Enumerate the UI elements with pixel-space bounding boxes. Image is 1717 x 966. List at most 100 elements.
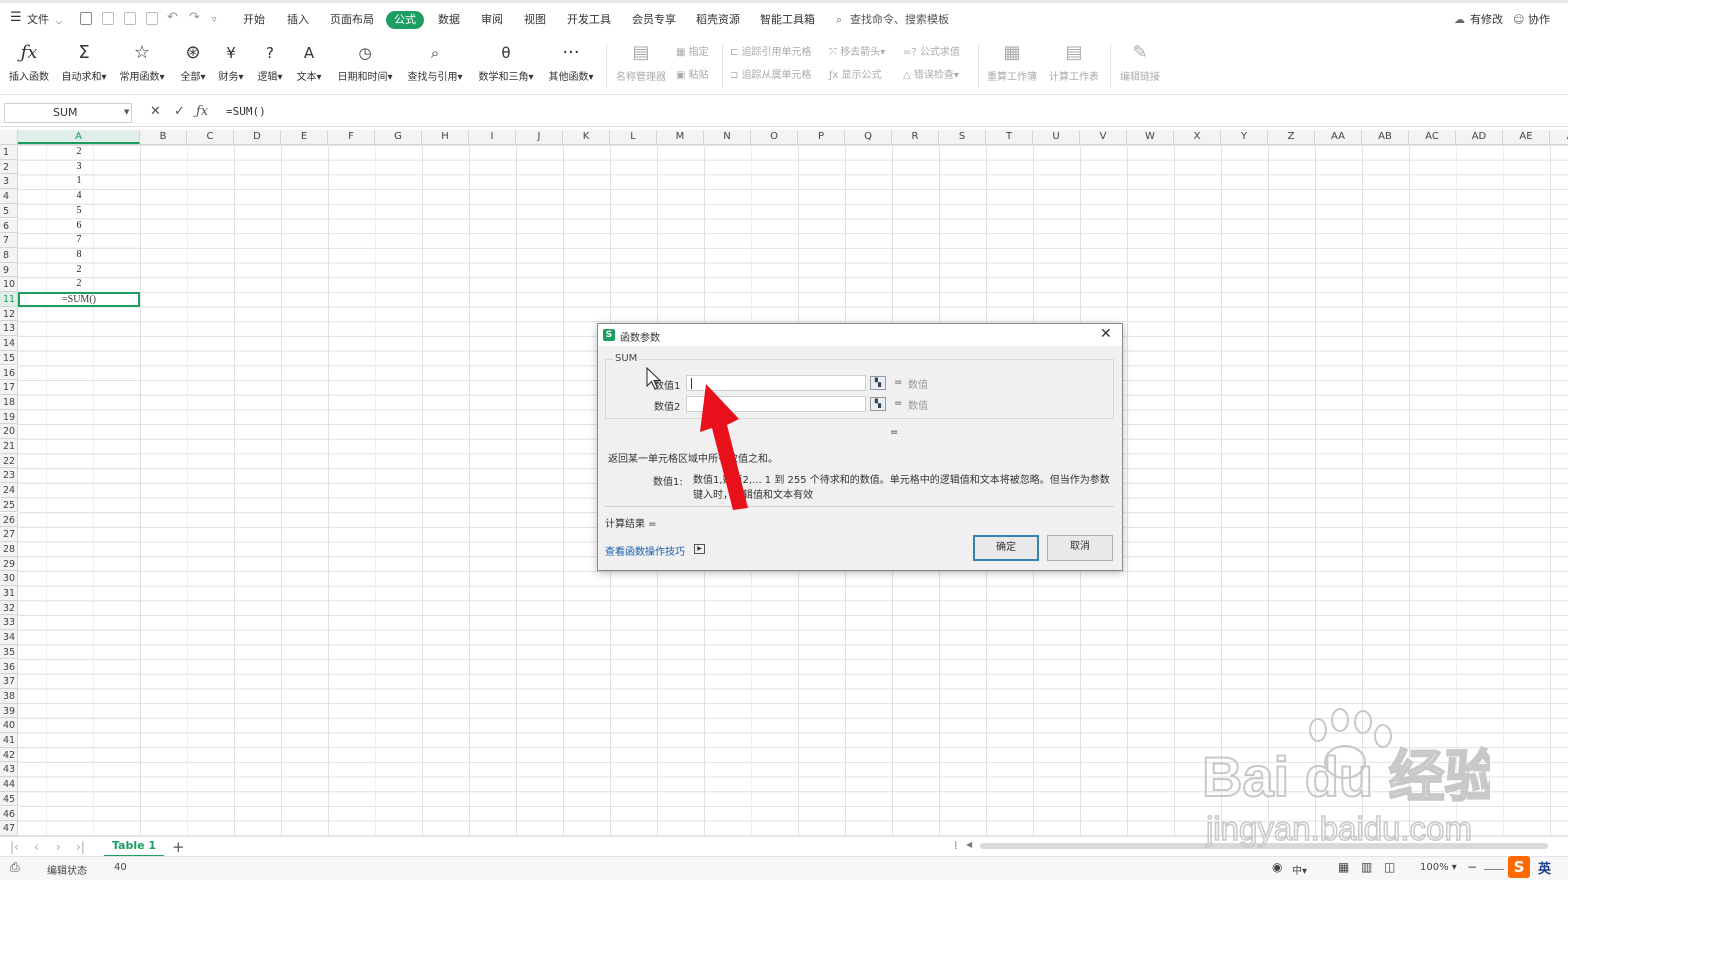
- insert-function-button[interactable]: ƒx 插入函数: [6, 42, 52, 83]
- cell-a7[interactable]: 7: [18, 233, 140, 248]
- row-header-24[interactable]: 24: [0, 483, 18, 498]
- cell-a5[interactable]: 5: [18, 204, 140, 219]
- column-header-q[interactable]: Q: [845, 130, 892, 144]
- cell-a10[interactable]: 2: [18, 277, 140, 292]
- row-header-22[interactable]: 22: [0, 453, 18, 469]
- tab-home[interactable]: 开始: [243, 13, 265, 27]
- column-header-u[interactable]: U: [1033, 130, 1080, 144]
- other-functions-button[interactable]: ··· 其他函数▾: [544, 42, 598, 83]
- row-header-6[interactable]: 6: [0, 218, 18, 234]
- print-icon[interactable]: [124, 12, 136, 25]
- row-header-21[interactable]: 21: [0, 439, 18, 454]
- zoom-level[interactable]: 100% ▾: [1420, 862, 1457, 873]
- column-header-w[interactable]: W: [1127, 130, 1174, 144]
- row-header-13[interactable]: 13: [0, 321, 18, 337]
- cell-a9[interactable]: 2: [18, 263, 140, 278]
- column-header-d[interactable]: D: [234, 130, 281, 144]
- tab-formulas[interactable]: 公式: [386, 11, 424, 29]
- arg1-input[interactable]: [686, 375, 866, 391]
- undo-icon[interactable]: ↶: [167, 11, 178, 25]
- column-header-h[interactable]: H: [422, 130, 469, 144]
- quick-access-more-icon[interactable]: ▿: [212, 13, 217, 27]
- active-cell-a11[interactable]: =SUM(): [18, 292, 140, 307]
- row-header-4[interactable]: 4: [0, 189, 18, 204]
- prev-sheet-icon[interactable]: ‹: [34, 840, 39, 854]
- chevron-down-icon[interactable]: ⌵: [56, 15, 62, 29]
- tab-docer[interactable]: 稻壳资源: [696, 13, 740, 27]
- arg2-input[interactable]: [686, 396, 866, 412]
- tab-member[interactable]: 会员专享: [632, 13, 676, 27]
- row-header-46[interactable]: 46: [0, 806, 18, 822]
- scroll-left-icon[interactable]: ◀: [966, 840, 972, 849]
- autosum-button[interactable]: Σ 自动求和▾: [58, 42, 110, 83]
- name-box-dropdown-icon[interactable]: ▼: [124, 108, 129, 116]
- print-preview-icon[interactable]: [146, 12, 158, 25]
- ok-button[interactable]: 确定: [973, 535, 1039, 561]
- edit-links-button[interactable]: ✎ 编辑链接: [1116, 42, 1164, 83]
- redo-icon[interactable]: ↷: [189, 11, 200, 25]
- column-header-i[interactable]: I: [469, 130, 516, 144]
- row-header-40[interactable]: 40: [0, 718, 18, 733]
- ime-english-indicator[interactable]: 英: [1538, 858, 1551, 877]
- eye-protection-icon[interactable]: ◉: [1272, 860, 1282, 874]
- row-header-23[interactable]: 23: [0, 468, 18, 484]
- tab-insert[interactable]: 插入: [287, 13, 309, 27]
- cell-a3[interactable]: 1: [18, 174, 140, 189]
- row-header-11[interactable]: 11: [0, 292, 18, 307]
- name-manager-button[interactable]: ▤ 名称管理器: [612, 42, 670, 83]
- arg2-range-picker-icon[interactable]: ▚: [870, 397, 886, 411]
- column-header-ab[interactable]: AB: [1362, 130, 1409, 144]
- datetime-button[interactable]: ◷ 日期和时间▾: [333, 42, 397, 83]
- add-sheet-icon[interactable]: +: [172, 838, 185, 856]
- column-header-z[interactable]: Z: [1268, 130, 1315, 144]
- column-header-t[interactable]: T: [986, 130, 1033, 144]
- insert-function-fx-icon[interactable]: ƒx: [196, 104, 208, 119]
- collaborate-button[interactable]: 协作: [1528, 13, 1550, 27]
- column-header-n[interactable]: N: [704, 130, 751, 144]
- column-header-s[interactable]: S: [939, 130, 986, 144]
- row-header-27[interactable]: 27: [0, 527, 18, 542]
- sogou-ime-icon[interactable]: S: [1508, 856, 1530, 878]
- column-header-b[interactable]: B: [140, 130, 187, 144]
- search-commands[interactable]: 查找命令、搜索模板: [850, 13, 949, 27]
- column-header-p[interactable]: P: [798, 130, 845, 144]
- column-header-aa[interactable]: AA: [1315, 130, 1362, 144]
- error-check-button[interactable]: △ 错误检查▾: [903, 66, 959, 81]
- close-icon[interactable]: ✕: [1100, 326, 1112, 342]
- column-header-r[interactable]: R: [892, 130, 939, 144]
- row-header-42[interactable]: 42: [0, 747, 18, 763]
- tab-view[interactable]: 视图: [524, 13, 546, 27]
- page-layout-view-icon[interactable]: ▥: [1361, 860, 1372, 874]
- column-header-x[interactable]: X: [1174, 130, 1221, 144]
- page-break-view-icon[interactable]: ◫: [1384, 860, 1395, 874]
- trace-precedents-button[interactable]: ⊏ 追踪引用单元格: [730, 43, 812, 58]
- column-header-f[interactable]: F: [328, 130, 375, 144]
- name-box[interactable]: SUM: [4, 103, 132, 123]
- evaluate-formula-button[interactable]: =? 公式求值: [903, 43, 960, 58]
- cell-a4[interactable]: 4: [18, 189, 140, 204]
- row-header-17[interactable]: 17: [0, 380, 18, 395]
- input-method-icon[interactable]: 中▾: [1292, 862, 1307, 877]
- row-header-28[interactable]: 28: [0, 541, 18, 557]
- row-header-36[interactable]: 36: [0, 659, 18, 675]
- row-header-12[interactable]: 12: [0, 306, 18, 322]
- zoom-out-icon[interactable]: −: [1467, 860, 1477, 874]
- row-header-26[interactable]: 26: [0, 512, 18, 528]
- row-header-25[interactable]: 25: [0, 497, 18, 513]
- row-header-43[interactable]: 43: [0, 762, 18, 778]
- row-header-9[interactable]: 9: [0, 262, 18, 278]
- function-tips-link[interactable]: 查看函数操作技巧: [605, 543, 685, 558]
- column-header-ac[interactable]: AC: [1409, 130, 1456, 144]
- arg1-range-picker-icon[interactable]: ▚: [870, 376, 886, 390]
- column-header-j[interactable]: J: [516, 130, 563, 144]
- cell-a8[interactable]: 8: [18, 248, 140, 263]
- row-header-7[interactable]: 7: [0, 233, 18, 248]
- row-header-8[interactable]: 8: [0, 247, 18, 263]
- column-header-m[interactable]: M: [657, 130, 704, 144]
- select-all-corner[interactable]: [0, 130, 18, 144]
- column-header-v[interactable]: V: [1080, 130, 1127, 144]
- cell-a6[interactable]: 6: [18, 219, 140, 234]
- row-header-29[interactable]: 29: [0, 556, 18, 572]
- sheet-tab-table1[interactable]: Table 1: [104, 837, 164, 857]
- common-functions-button[interactable]: ☆ 常用函数▾: [116, 42, 168, 83]
